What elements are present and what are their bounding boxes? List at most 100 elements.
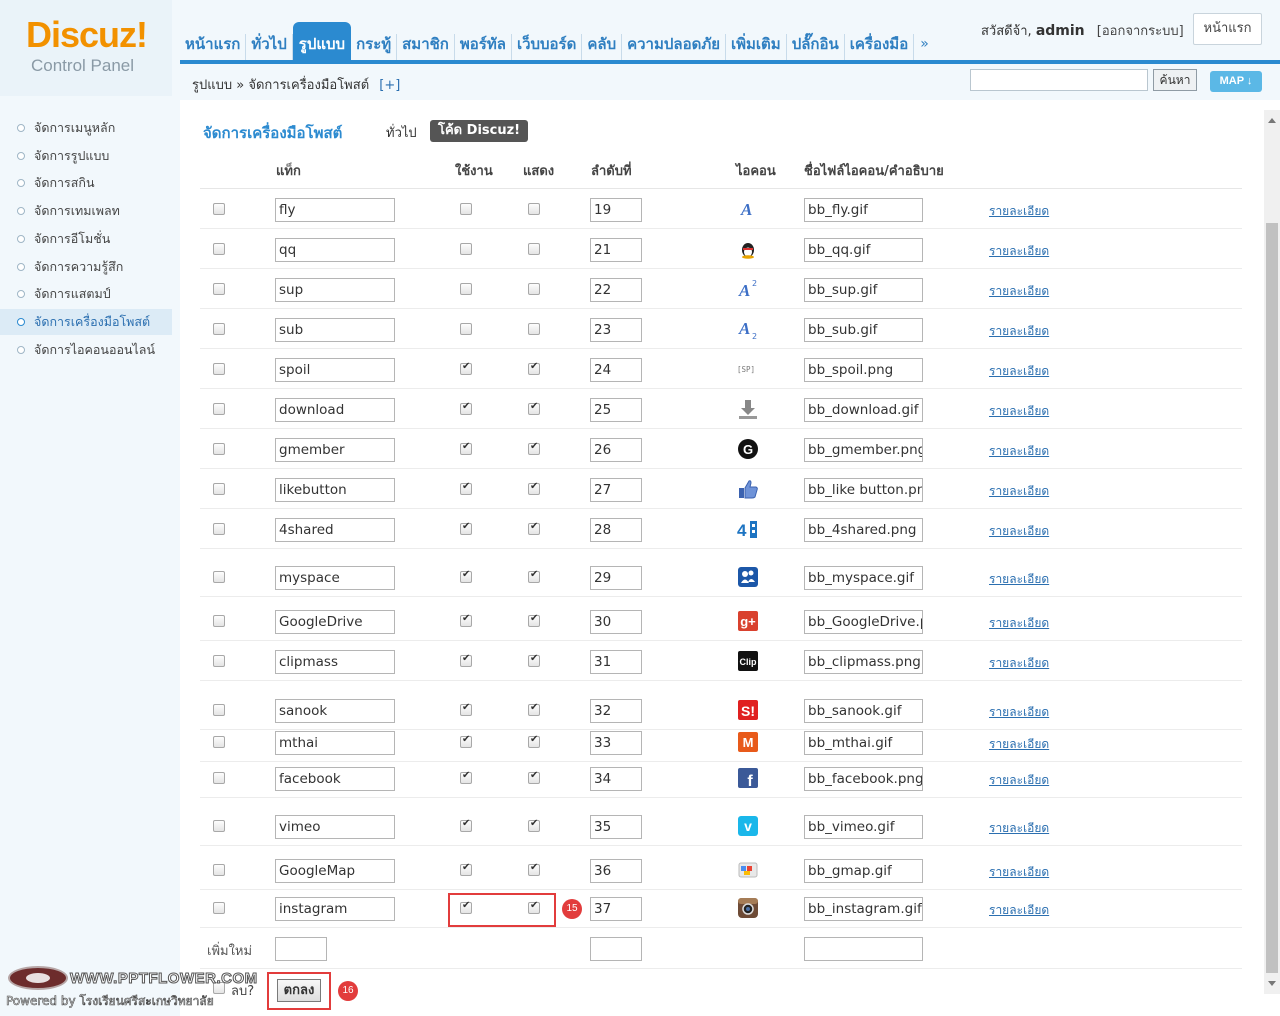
enabled-checkbox[interactable] [460,481,472,495]
order-input[interactable]: 28 [590,518,642,542]
show-checkbox[interactable] [528,569,540,583]
detail-link[interactable]: รายละเอียด [989,614,1049,633]
map-button[interactable]: MAP ↓ [1210,71,1262,92]
sidebar-item-feelings[interactable]: จัดการความรู้สึก [0,254,172,280]
submit-button[interactable]: ตกลง [277,979,321,1002]
order-input[interactable]: 36 [590,859,642,883]
enabled-checkbox[interactable] [460,361,472,375]
order-input[interactable]: 35 [590,815,642,839]
show-checkbox[interactable] [528,283,540,295]
detail-link[interactable]: รายละเอียด [989,522,1049,541]
show-checkbox[interactable] [528,243,540,255]
row-delete-checkbox[interactable] [213,203,225,215]
enabled-checkbox[interactable] [460,203,472,215]
new-order-input[interactable] [590,937,642,961]
enabled-checkbox[interactable] [460,283,472,295]
order-input[interactable]: 24 [590,358,642,382]
enabled-checkbox[interactable] [460,243,472,255]
tag-input[interactable]: clipmass [275,650,395,674]
row-delete-checkbox[interactable] [213,864,225,876]
sidebar-item-skins[interactable]: จัดการสกิน [0,170,172,196]
order-input[interactable]: 31 [590,650,642,674]
enabled-checkbox[interactable] [460,569,472,583]
tag-input[interactable]: gmember [275,438,395,462]
nav-threads[interactable]: กระทู้ [351,34,398,60]
detail-link[interactable]: รายละเอียด [989,654,1049,673]
sidebar-item-templates[interactable]: จัดการเทมเพลท [0,198,172,224]
filename-input[interactable]: bb_spoil.png [804,358,923,382]
detail-link[interactable]: รายละเอียด [989,242,1049,261]
show-checkbox[interactable] [528,481,540,495]
detail-link[interactable]: รายละเอียด [989,703,1049,722]
tag-input[interactable]: likebutton [275,478,395,502]
scroll-up-icon[interactable] [1268,118,1276,123]
order-input[interactable]: 19 [590,198,642,222]
filename-input[interactable]: bb_sup.gif [804,278,923,302]
filename-input[interactable]: bb_4shared.png [804,518,923,542]
detail-link[interactable]: รายละเอียด [989,402,1049,421]
order-input[interactable]: 23 [590,318,642,342]
logout-link[interactable]: [ออกจากระบบ] [1097,24,1184,39]
tag-input[interactable]: GoogleMap [275,859,395,883]
order-input[interactable]: 30 [590,610,642,634]
nav-style[interactable]: รูปแบบ [292,22,352,60]
logo[interactable]: Discuz! Control Panel [0,0,172,96]
tag-input[interactable]: sup [275,278,395,302]
enabled-checkbox[interactable] [460,613,472,627]
breadcrumb-add-link[interactable]: [+] [379,78,400,93]
row-delete-checkbox[interactable] [213,571,225,583]
row-delete-checkbox[interactable] [213,363,225,375]
enabled-checkbox[interactable] [460,323,472,335]
nav-security[interactable]: ความปลอดภัย [622,34,727,60]
row-delete-checkbox[interactable] [213,283,225,295]
row-delete-checkbox[interactable] [213,323,225,335]
enabled-checkbox[interactable] [460,818,472,832]
tag-input[interactable]: download [275,398,395,422]
enabled-checkbox[interactable] [460,734,472,748]
order-input[interactable]: 32 [590,699,642,723]
row-delete-checkbox[interactable] [213,523,225,535]
sidebar-item-styles[interactable]: จัดการรูปแบบ [0,143,172,169]
detail-link[interactable]: รายละเอียด [989,735,1049,754]
show-checkbox[interactable] [528,401,540,415]
tag-input[interactable]: sub [275,318,395,342]
nav-general[interactable]: ทั่วไป [246,34,293,60]
show-checkbox[interactable] [528,862,540,876]
tag-input[interactable]: qq [275,238,395,262]
sidebar-item-online-icons[interactable]: จัดการไอคอนออนไลน์ [0,337,172,363]
scroll-down-icon[interactable] [1268,981,1276,986]
row-delete-checkbox[interactable] [213,655,225,667]
row-delete-checkbox[interactable] [213,483,225,495]
filename-input[interactable]: bb_sanook.gif [804,699,923,723]
enabled-checkbox[interactable] [460,441,472,455]
detail-link[interactable]: รายละเอียด [989,570,1049,589]
detail-link[interactable]: รายละเอียด [989,771,1049,790]
row-delete-checkbox[interactable] [213,820,225,832]
filename-input[interactable]: bb_myspace.gif [804,566,923,590]
home-button[interactable]: หน้าแรก [1193,13,1262,45]
row-delete-checkbox[interactable] [213,736,225,748]
tab-general[interactable]: ทั่วไป [386,122,417,143]
filename-input[interactable]: bb_like button.png [804,478,923,502]
sidebar-item-stamps[interactable]: จัดการแสตมป์ [0,281,172,307]
show-checkbox[interactable] [528,734,540,748]
order-input[interactable]: 26 [590,438,642,462]
filename-input[interactable]: bb_download.gif [804,398,923,422]
tag-input[interactable]: myspace [275,566,395,590]
enabled-checkbox[interactable] [460,862,472,876]
row-delete-checkbox[interactable] [213,403,225,415]
tag-input[interactable]: mthai [275,731,395,755]
show-checkbox[interactable] [528,702,540,716]
filename-input[interactable]: bb_facebook.png [804,767,923,791]
tag-input[interactable]: instagram [275,897,395,921]
tag-input[interactable]: fly [275,198,395,222]
filename-input[interactable]: bb_gmember.png [804,438,923,462]
tag-input[interactable]: vimeo [275,815,395,839]
show-checkbox[interactable] [528,323,540,335]
nav-tools[interactable]: เครื่องมือ [845,34,915,60]
vertical-scrollbar[interactable] [1264,110,1280,994]
enabled-checkbox[interactable] [460,653,472,667]
nav-extended[interactable]: เพิ่มเติม [726,34,787,60]
filename-input[interactable]: bb_vimeo.gif [804,815,923,839]
sidebar-item-main-menu[interactable]: จัดการเมนูหลัก [0,115,172,141]
